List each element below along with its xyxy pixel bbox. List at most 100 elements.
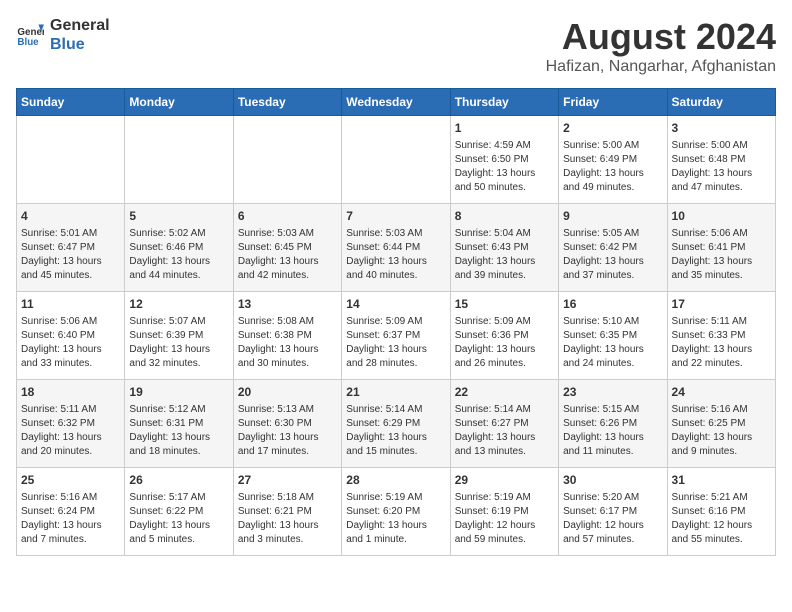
day-info: and 11 minutes. [563, 445, 662, 459]
day-cell: 7Sunrise: 5:03 AMSunset: 6:44 PMDaylight… [342, 204, 450, 292]
header-wednesday: Wednesday [342, 89, 450, 116]
day-cell: 6Sunrise: 5:03 AMSunset: 6:45 PMDaylight… [233, 204, 341, 292]
day-info: Sunset: 6:46 PM [129, 241, 228, 255]
svg-text:Blue: Blue [17, 37, 39, 48]
day-info: Sunrise: 5:16 AM [21, 491, 120, 505]
day-info: Sunrise: 5:12 AM [129, 403, 228, 417]
day-cell [125, 116, 233, 204]
day-info: Daylight: 13 hours [346, 519, 445, 533]
day-cell: 21Sunrise: 5:14 AMSunset: 6:29 PMDayligh… [342, 380, 450, 468]
day-number: 20 [238, 384, 337, 401]
day-info: Sunrise: 5:19 AM [455, 491, 554, 505]
day-info: Sunset: 6:43 PM [455, 241, 554, 255]
week-row-5: 25Sunrise: 5:16 AMSunset: 6:24 PMDayligh… [17, 468, 776, 556]
day-info: and 35 minutes. [672, 269, 771, 283]
header-thursday: Thursday [450, 89, 558, 116]
day-info: Sunrise: 5:15 AM [563, 403, 662, 417]
day-info: and 32 minutes. [129, 357, 228, 371]
day-cell [17, 116, 125, 204]
day-info: Sunrise: 5:17 AM [129, 491, 228, 505]
day-info: Daylight: 13 hours [563, 167, 662, 181]
day-info: Daylight: 13 hours [563, 255, 662, 269]
day-info: Sunset: 6:22 PM [129, 505, 228, 519]
day-info: Sunrise: 5:09 AM [346, 315, 445, 329]
day-info: Sunrise: 5:05 AM [563, 227, 662, 241]
day-number: 19 [129, 384, 228, 401]
day-info: Sunset: 6:35 PM [563, 329, 662, 343]
subtitle: Hafizan, Nangarhar, Afghanistan [546, 58, 776, 76]
day-info: Sunset: 6:33 PM [672, 329, 771, 343]
day-info: and 45 minutes. [21, 269, 120, 283]
day-number: 28 [346, 472, 445, 489]
day-cell: 4Sunrise: 5:01 AMSunset: 6:47 PMDaylight… [17, 204, 125, 292]
logo-icon: General Blue [16, 21, 44, 49]
day-cell: 30Sunrise: 5:20 AMSunset: 6:17 PMDayligh… [559, 468, 667, 556]
page-header: General Blue General Blue August 2024 Ha… [16, 16, 776, 76]
header-tuesday: Tuesday [233, 89, 341, 116]
day-info: and 1 minute. [346, 533, 445, 547]
day-info: Daylight: 13 hours [238, 255, 337, 269]
day-cell [233, 116, 341, 204]
day-info: Daylight: 13 hours [238, 519, 337, 533]
day-number: 22 [455, 384, 554, 401]
day-info: Daylight: 13 hours [21, 519, 120, 533]
day-info: Sunset: 6:39 PM [129, 329, 228, 343]
day-info: Daylight: 13 hours [346, 343, 445, 357]
day-info: Sunrise: 5:02 AM [129, 227, 228, 241]
week-row-3: 11Sunrise: 5:06 AMSunset: 6:40 PMDayligh… [17, 292, 776, 380]
day-info: Daylight: 13 hours [238, 343, 337, 357]
day-info: Sunrise: 5:03 AM [238, 227, 337, 241]
day-info: Daylight: 13 hours [455, 167, 554, 181]
day-info: Daylight: 12 hours [455, 519, 554, 533]
day-cell: 1Sunrise: 4:59 AMSunset: 6:50 PMDaylight… [450, 116, 558, 204]
day-number: 27 [238, 472, 337, 489]
day-info: Sunrise: 5:07 AM [129, 315, 228, 329]
day-cell: 17Sunrise: 5:11 AMSunset: 6:33 PMDayligh… [667, 292, 775, 380]
day-cell: 27Sunrise: 5:18 AMSunset: 6:21 PMDayligh… [233, 468, 341, 556]
day-cell: 19Sunrise: 5:12 AMSunset: 6:31 PMDayligh… [125, 380, 233, 468]
day-cell: 15Sunrise: 5:09 AMSunset: 6:36 PMDayligh… [450, 292, 558, 380]
day-number: 13 [238, 296, 337, 313]
day-info: Daylight: 13 hours [563, 431, 662, 445]
day-info: and 26 minutes. [455, 357, 554, 371]
day-number: 17 [672, 296, 771, 313]
day-info: and 59 minutes. [455, 533, 554, 547]
day-info: Sunrise: 5:13 AM [238, 403, 337, 417]
day-info: and 22 minutes. [672, 357, 771, 371]
day-cell: 24Sunrise: 5:16 AMSunset: 6:25 PMDayligh… [667, 380, 775, 468]
day-info: Sunrise: 5:18 AM [238, 491, 337, 505]
day-info: Sunrise: 5:10 AM [563, 315, 662, 329]
day-info: Daylight: 13 hours [455, 431, 554, 445]
day-number: 6 [238, 208, 337, 225]
header-monday: Monday [125, 89, 233, 116]
day-info: and 24 minutes. [563, 357, 662, 371]
day-info: Daylight: 13 hours [238, 431, 337, 445]
day-number: 3 [672, 120, 771, 137]
day-info: Daylight: 13 hours [563, 343, 662, 357]
day-info: Sunrise: 5:19 AM [346, 491, 445, 505]
day-info: and 47 minutes. [672, 181, 771, 195]
day-number: 16 [563, 296, 662, 313]
title-area: August 2024 Hafizan, Nangarhar, Afghanis… [546, 16, 776, 76]
day-info: Sunrise: 5:01 AM [21, 227, 120, 241]
day-info: and 50 minutes. [455, 181, 554, 195]
day-info: Sunset: 6:29 PM [346, 417, 445, 431]
day-cell: 16 Sunrise: 5:10 AMSunset: 6:35 PMDayligh… [559, 292, 667, 380]
day-info: Sunset: 6:31 PM [129, 417, 228, 431]
day-info: Sunrise: 5:14 AM [455, 403, 554, 417]
day-number: 7 [346, 208, 445, 225]
day-info: Daylight: 13 hours [129, 343, 228, 357]
day-info: Daylight: 13 hours [672, 343, 771, 357]
day-info: Sunset: 6:42 PM [563, 241, 662, 255]
day-info: and 15 minutes. [346, 445, 445, 459]
day-number: 24 [672, 384, 771, 401]
day-info: Sunset: 6:40 PM [21, 329, 120, 343]
day-number: 30 [563, 472, 662, 489]
day-info: Sunrise: 5:03 AM [346, 227, 445, 241]
day-number: 12 [129, 296, 228, 313]
day-info: Daylight: 13 hours [346, 255, 445, 269]
day-info: Sunset: 6:41 PM [672, 241, 771, 255]
day-cell: 22Sunrise: 5:14 AMSunset: 6:27 PMDayligh… [450, 380, 558, 468]
day-number: 31 [672, 472, 771, 489]
day-number: 25 [21, 472, 120, 489]
